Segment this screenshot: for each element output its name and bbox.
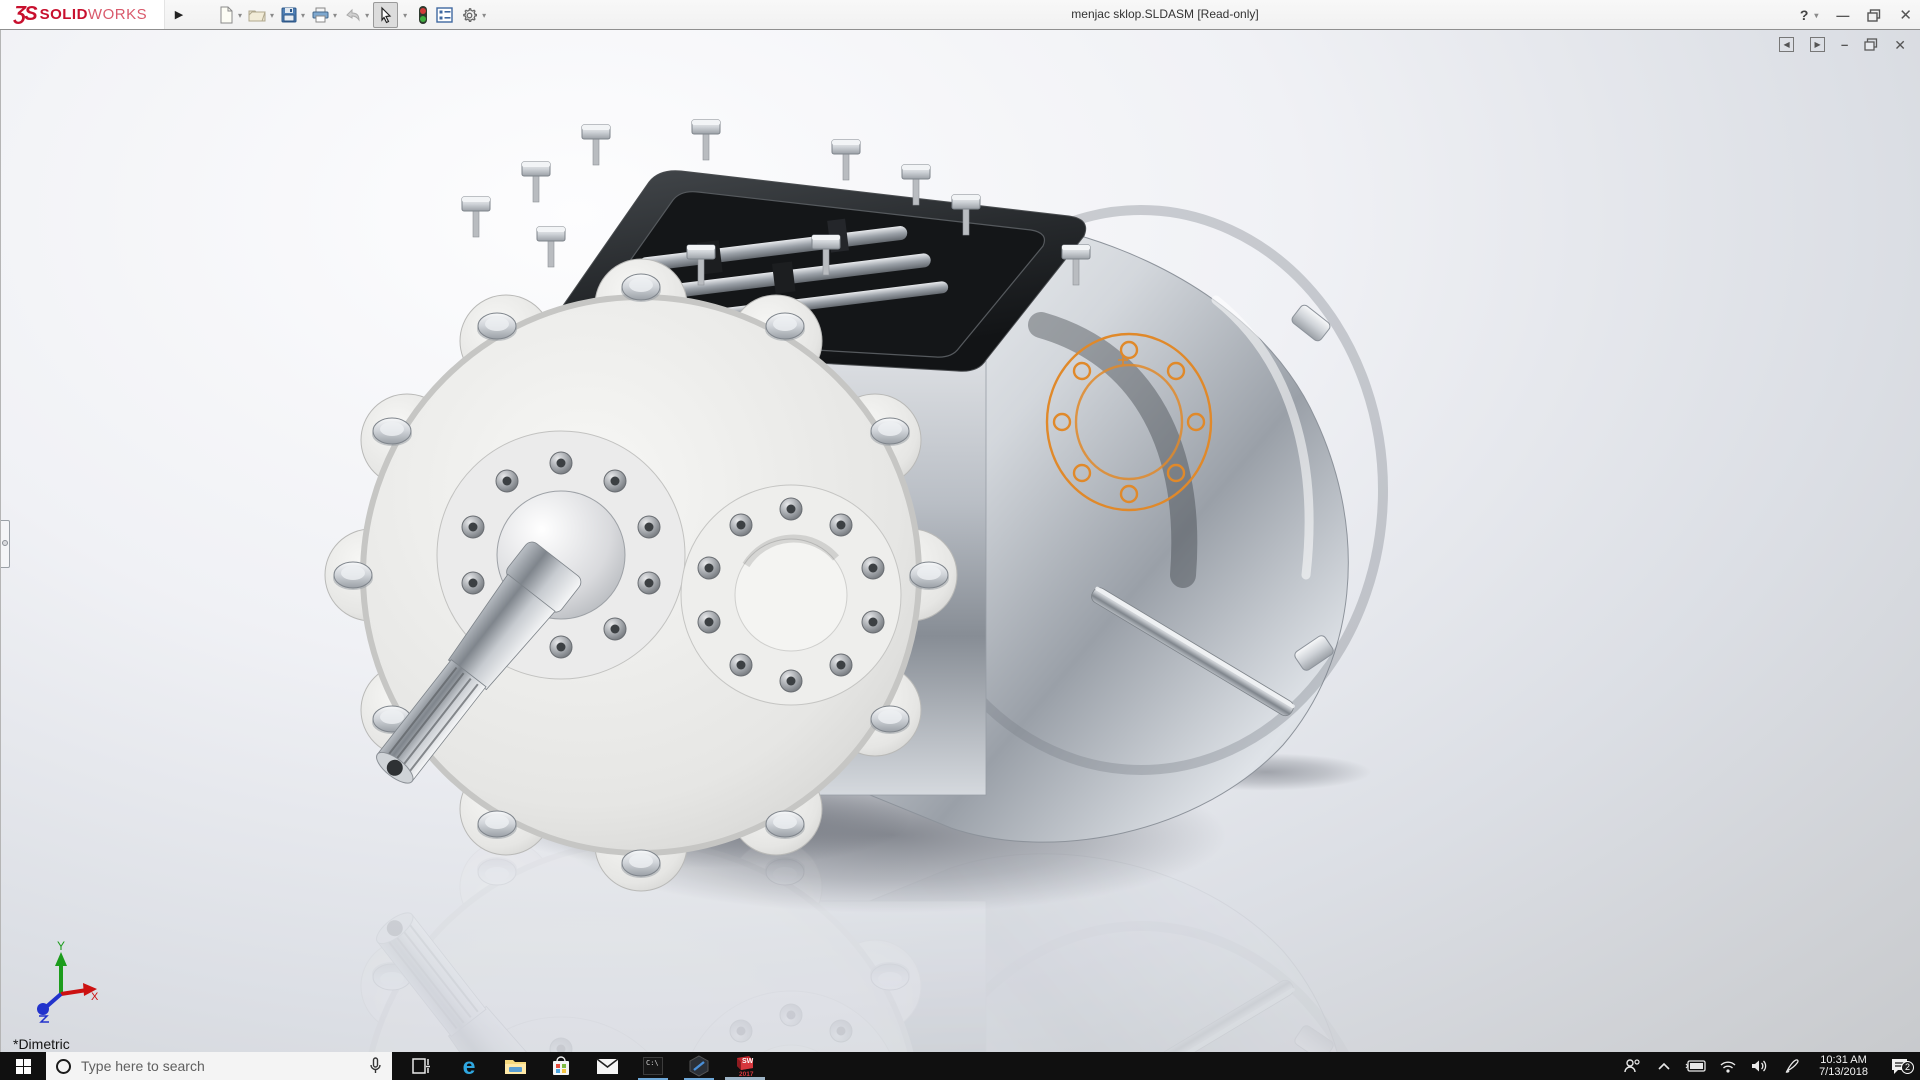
- taskbar-app-hexagon[interactable]: [676, 1052, 722, 1080]
- properties-button[interactable]: [433, 2, 456, 28]
- network-button[interactable]: [1715, 1060, 1741, 1073]
- notification-badge: 2: [1901, 1061, 1914, 1074]
- window-title: menjac sklop.SLDASM [Read-only]: [1071, 7, 1258, 21]
- new-document-button[interactable]: ▾: [215, 2, 244, 28]
- volume-icon: [1751, 1059, 1769, 1073]
- taskbar-app-mail[interactable]: [584, 1052, 630, 1080]
- clock-date: 7/13/2018: [1819, 1066, 1868, 1078]
- properties-list-icon: [435, 6, 454, 24]
- solidworks-2017-icon: SW 2017: [733, 1054, 757, 1078]
- search-placeholder: Type here to search: [81, 1058, 359, 1074]
- edge-icon: e: [463, 1055, 476, 1078]
- file-explorer-icon: [504, 1057, 527, 1076]
- taskbar-clock[interactable]: 10:31 AM 7/13/2018: [1811, 1054, 1876, 1078]
- taskbar-app-store[interactable]: [538, 1052, 584, 1080]
- tray-expand-button[interactable]: [1651, 1062, 1677, 1070]
- windows-ink-button[interactable]: [1779, 1058, 1805, 1074]
- dropdown-caret-icon[interactable]: ▾: [238, 11, 242, 20]
- y-axis-label: Y: [57, 939, 65, 953]
- taskbar-app-edge[interactable]: e: [446, 1052, 492, 1080]
- volume-button[interactable]: [1747, 1059, 1773, 1073]
- taskbar-app-task-view[interactable]: [400, 1052, 446, 1080]
- open-folder-icon: [248, 6, 267, 24]
- microsoft-store-icon: [551, 1056, 571, 1077]
- windows-taskbar: Type here to search e: [0, 1052, 1920, 1080]
- restore-button[interactable]: [1867, 9, 1881, 22]
- save-button[interactable]: ▾: [278, 2, 307, 28]
- windows-logo-icon: [16, 1059, 31, 1074]
- wifi-icon: [1719, 1060, 1737, 1073]
- graphics-viewport[interactable]: ◀ ▶ – ✕ Y X *Dimetric: [0, 30, 1920, 1052]
- dropdown-caret-icon[interactable]: ▾: [333, 11, 337, 20]
- document-window-controls: ◀ ▶ – ✕: [1779, 37, 1906, 52]
- panel-tab-dot-icon: [2, 540, 8, 546]
- pane-right-button[interactable]: ▶: [1810, 37, 1825, 52]
- svg-text:SW: SW: [742, 1058, 754, 1065]
- battery-icon: [1685, 1060, 1707, 1072]
- options-button[interactable]: ▾: [458, 2, 488, 28]
- taskbar-app-file-explorer[interactable]: [492, 1052, 538, 1080]
- taskbar-app-solidworks[interactable]: SW 2017: [722, 1052, 768, 1080]
- taskbar-search[interactable]: Type here to search: [46, 1052, 392, 1080]
- titlebar: ƷS SOLIDWORKS ▶ ▾ ▾ ▾: [0, 0, 1920, 30]
- dropdown-caret-icon[interactable]: ▾: [1814, 11, 1818, 20]
- new-document-icon: [217, 6, 235, 24]
- taskbar-app-command-prompt[interactable]: C:\: [630, 1052, 676, 1080]
- dropdown-caret-icon[interactable]: ▾: [403, 11, 407, 20]
- dropdown-caret-icon[interactable]: ▾: [301, 11, 305, 20]
- gearbox-model[interactable]: [325, 120, 1383, 891]
- brand-solid: SOLID: [40, 6, 88, 23]
- task-view-icon: [412, 1056, 434, 1076]
- orientation-triad: Y X: [21, 938, 101, 1024]
- save-floppy-icon: [280, 6, 298, 24]
- print-icon: [311, 6, 330, 24]
- people-icon: [1623, 1058, 1641, 1074]
- start-button[interactable]: [0, 1052, 46, 1080]
- open-button[interactable]: ▾: [246, 2, 276, 28]
- microphone-icon[interactable]: [369, 1057, 382, 1075]
- cortana-icon: [56, 1059, 71, 1074]
- help-button[interactable]: ?▾: [1800, 7, 1819, 23]
- undo-button[interactable]: ▾: [341, 2, 371, 28]
- traffic-light-icon: [417, 5, 429, 25]
- 3d-model-canvas[interactable]: [1, 30, 1920, 1052]
- brand-works: WORKS: [88, 6, 147, 23]
- print-button[interactable]: ▾: [309, 2, 339, 28]
- action-center-button[interactable]: 2: [1882, 1058, 1916, 1075]
- solidworks-logo: ƷS SOLIDWORKS: [0, 0, 165, 29]
- pane-left-button[interactable]: ◀: [1779, 37, 1794, 52]
- dropdown-caret-icon[interactable]: ▾: [482, 11, 486, 20]
- brand-mark: ƷS: [14, 3, 36, 26]
- undo-icon: [343, 6, 362, 24]
- minimize-button[interactable]: —: [1836, 9, 1849, 22]
- select-cursor-icon: [377, 6, 394, 24]
- select-tool-button[interactable]: [373, 2, 398, 28]
- dropdown-caret-icon[interactable]: ▾: [365, 11, 369, 20]
- x-axis-label: X: [91, 991, 99, 1003]
- mail-icon: [596, 1058, 619, 1075]
- clock-time: 10:31 AM: [1819, 1054, 1868, 1066]
- command-prompt-icon: C:\: [643, 1057, 663, 1075]
- close-button[interactable]: ✕: [1899, 8, 1912, 23]
- doc-close-button[interactable]: ✕: [1894, 38, 1906, 52]
- hexagon-app-icon: [688, 1055, 710, 1077]
- pen-icon: [1784, 1058, 1800, 1074]
- dropdown-caret-icon[interactable]: ▾: [270, 11, 274, 20]
- doc-minimize-button[interactable]: –: [1841, 38, 1848, 51]
- doc-restore-button[interactable]: [1864, 38, 1878, 51]
- battery-button[interactable]: [1683, 1060, 1709, 1072]
- chevron-up-icon: [1658, 1062, 1670, 1070]
- traffic-light-button[interactable]: [415, 2, 431, 28]
- gear-icon: [460, 6, 479, 25]
- people-button[interactable]: [1619, 1058, 1645, 1074]
- toolbar-flyout-arrow-icon[interactable]: ▶: [172, 4, 186, 25]
- view-orientation-label: *Dimetric: [13, 1036, 70, 1052]
- feature-panel-collapsed-tab[interactable]: [1, 520, 10, 568]
